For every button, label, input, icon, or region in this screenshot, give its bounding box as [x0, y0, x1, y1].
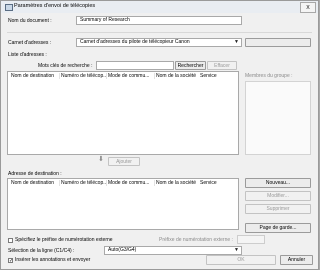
document-name-input[interactable]: Summary of Research: [76, 16, 242, 25]
ok-button[interactable]: OK: [206, 255, 276, 265]
title-bar: Paramètres d'envoi de télécopies x: [1, 1, 318, 13]
address-book-extra-button[interactable]: [245, 38, 311, 47]
dial-prefix-field-label: Préfixe de numérotation externe :: [159, 237, 233, 243]
column-header[interactable]: Service: [200, 73, 217, 79]
edit-button[interactable]: Modifier...: [245, 191, 311, 201]
address-book-selected: Carnet d'adresses du pilote de télécopie…: [80, 39, 190, 45]
add-button[interactable]: Ajouter: [108, 157, 140, 166]
dial-prefix-checkbox[interactable]: [8, 238, 13, 243]
fax-app-icon: [5, 4, 13, 11]
delete-button[interactable]: Supprimer: [245, 204, 311, 214]
column-header[interactable]: Nom de la société: [156, 180, 196, 186]
address-list-label: Liste d'adresses :: [8, 52, 47, 58]
group-members-label: Membres du groupe :: [245, 73, 293, 79]
column-header[interactable]: Nom de la société: [156, 73, 196, 79]
search-keywords-label: Mots clés de recherche :: [38, 63, 93, 69]
cover-page-button[interactable]: Page de garde...: [245, 223, 311, 233]
insert-annotations-label: Insérer les annotations et envoyer: [15, 257, 91, 263]
column-header[interactable]: Numéro de télécop...: [61, 180, 107, 186]
dial-prefix-input[interactable]: [237, 235, 265, 244]
dial-prefix-checkbox-label: Spécifiez le préfixe de numérotation ext…: [15, 237, 113, 243]
group-members-list[interactable]: [245, 81, 311, 155]
line-select[interactable]: Auto(G3/G4) ▼: [104, 246, 242, 255]
line-select-label: Sélection de la ligne (C1/C4) :: [8, 248, 75, 254]
column-header[interactable]: Nom de destination: [11, 180, 54, 186]
column-header[interactable]: Mode de commu...: [108, 180, 149, 186]
address-list-table[interactable]: Nom de destination Numéro de télécop... …: [7, 71, 239, 155]
chevron-down-icon: ▼: [234, 39, 239, 45]
destination-label: Adresse de destination :: [8, 171, 62, 177]
column-header[interactable]: Mode de commu...: [108, 73, 149, 79]
address-book-select[interactable]: Carnet d'adresses du pilote de télécopie…: [76, 38, 242, 47]
search-button[interactable]: Rechercher: [175, 61, 206, 70]
column-divider: [106, 180, 107, 186]
address-book-label: Carnet d'adresses :: [8, 40, 52, 46]
column-divider: [154, 180, 155, 186]
divider: [7, 32, 312, 33]
chevron-down-icon: ▼: [234, 247, 239, 253]
insert-annotations-checkbox[interactable]: ✓: [8, 258, 13, 264]
close-button[interactable]: x: [300, 2, 316, 13]
document-name-label: Nom du document :: [8, 18, 52, 24]
search-keywords-input[interactable]: [96, 61, 174, 70]
clear-button[interactable]: Effacer: [207, 61, 237, 70]
column-divider: [59, 180, 60, 186]
arrow-down-icon: ⬇: [98, 156, 104, 163]
column-header[interactable]: Numéro de télécop...: [61, 73, 107, 79]
window-title: Paramètres d'envoi de télécopies: [14, 3, 96, 9]
column-header[interactable]: Service: [200, 180, 217, 186]
column-divider: [59, 73, 60, 79]
column-divider: [106, 73, 107, 79]
column-header[interactable]: Nom de destination: [11, 73, 54, 79]
line-select-selected: Auto(G3/G4): [108, 247, 137, 253]
fax-settings-dialog: Paramètres d'envoi de télécopies x Nom d…: [0, 0, 319, 270]
destination-table[interactable]: Nom de destination Numéro de télécop... …: [7, 178, 239, 230]
cancel-button[interactable]: Annuler: [280, 255, 313, 265]
new-button[interactable]: Nouveau...: [245, 178, 311, 188]
column-divider: [154, 73, 155, 79]
